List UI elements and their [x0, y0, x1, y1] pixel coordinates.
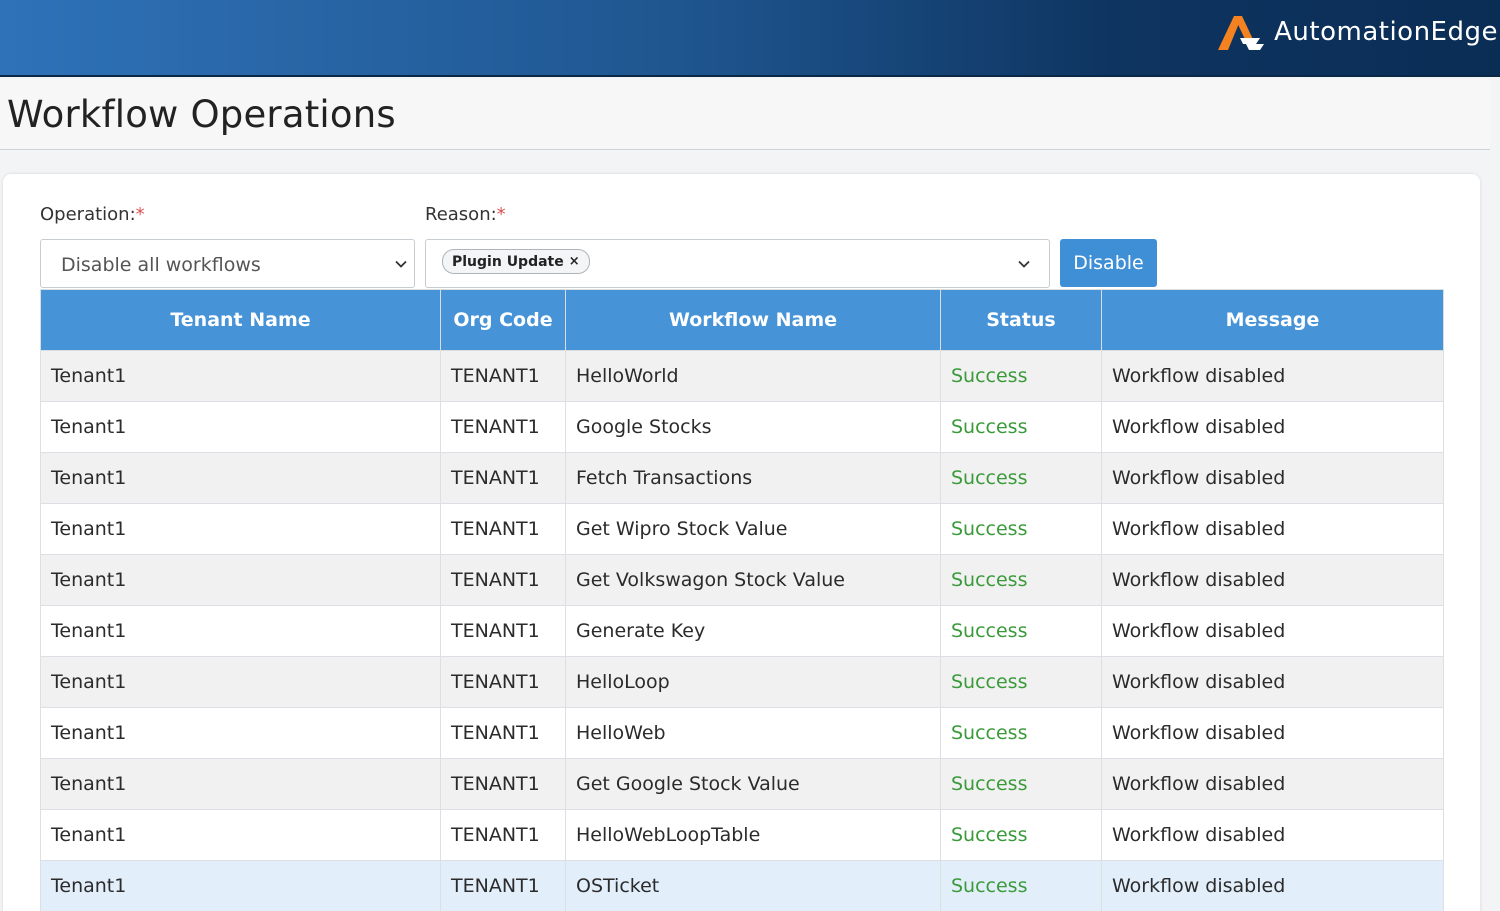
table-row[interactable]: Tenant1 TENANT1 Fetch Transactions Success W…: [40, 452, 1444, 504]
message-cell: Workflow disabled: [1101, 809, 1444, 861]
message-cell: Workflow disabled: [1101, 605, 1444, 657]
table-row[interactable]: Tenant1 TENANT1 HelloWeb Success Workflow di…: [40, 707, 1444, 759]
table-row[interactable]: Tenant1 TENANT1 Generate Key Success Workflo…: [40, 605, 1444, 657]
reason-chip-label: Plugin Update: [452, 253, 564, 270]
status-cell: Success: [940, 860, 1102, 911]
message-cell: Workflow disabled: [1101, 350, 1444, 402]
workflow-name-cell: OSTicket: [565, 860, 941, 911]
org-code-cell: TENANT1: [440, 809, 566, 861]
column-header-message[interactable]: Message: [1101, 289, 1444, 351]
chip-remove-icon[interactable]: ×: [569, 254, 580, 269]
status-cell: Success: [940, 656, 1102, 708]
org-code-cell: TENANT1: [440, 401, 566, 453]
org-code-cell: TENANT1: [440, 503, 566, 555]
workflow-name-cell: Get Volkswagon Stock Value: [565, 554, 941, 606]
table-row[interactable]: Tenant1 TENANT1 Get Google Stock Value Succ…: [40, 758, 1444, 810]
status-cell: Success: [940, 350, 1102, 402]
workflow-name-cell: HelloWebLoopTable: [565, 809, 941, 861]
message-cell: Workflow disabled: [1101, 758, 1444, 810]
required-mark: *: [135, 204, 145, 225]
automationedge-logo-icon: [1218, 16, 1265, 50]
tenant-name-cell: Tenant1: [40, 707, 441, 759]
tenant-name-cell: Tenant1: [40, 656, 441, 708]
workflow-name-cell: HelloWorld: [565, 350, 941, 402]
disable-button[interactable]: Disable: [1060, 239, 1157, 287]
table-row[interactable]: Tenant1 TENANT1 OSTicket Success Workflow di…: [40, 860, 1444, 911]
table-row[interactable]: Tenant1 TENANT1 HelloWebLoopTable Success Wo…: [40, 809, 1444, 861]
org-code-cell: TENANT1: [440, 758, 566, 810]
message-cell: Workflow disabled: [1101, 707, 1444, 759]
tenant-name-cell: Tenant1: [40, 605, 441, 657]
table-row[interactable]: Tenant1 TENANT1 HelloLoop Success Workflow d…: [40, 656, 1444, 708]
brand-logo[interactable]: AutomationEdge: [1216, 10, 1498, 54]
tenant-name-cell: Tenant1: [40, 452, 441, 504]
org-code-cell: TENANT1: [440, 452, 566, 504]
status-cell: Success: [940, 452, 1102, 504]
chevron-down-icon: [395, 260, 407, 268]
status-cell: Success: [940, 401, 1102, 453]
workflow-name-cell: Fetch Transactions: [565, 452, 941, 504]
status-cell: Success: [940, 605, 1102, 657]
org-code-cell: TENANT1: [440, 707, 566, 759]
page-title: Workflow Operations: [7, 93, 396, 136]
tenant-name-cell: Tenant1: [40, 503, 441, 555]
org-code-cell: TENANT1: [440, 656, 566, 708]
table-header-row: Tenant Name Org Code Workflow Name Statu…: [40, 289, 1444, 351]
org-code-cell: TENANT1: [440, 554, 566, 606]
tenant-name-cell: Tenant1: [40, 758, 441, 810]
message-cell: Workflow disabled: [1101, 452, 1444, 504]
tenant-name-cell: Tenant1: [40, 554, 441, 606]
table-row[interactable]: Tenant1 TENANT1 HelloWorld Success Workflow …: [40, 350, 1444, 402]
status-cell: Success: [940, 503, 1102, 555]
status-cell: Success: [940, 758, 1102, 810]
operation-select[interactable]: Disable all workflows: [40, 239, 415, 288]
workflow-name-cell: Google Stocks: [565, 401, 941, 453]
tenant-name-cell: Tenant1: [40, 401, 441, 453]
required-mark: *: [496, 204, 506, 225]
tenant-name-cell: Tenant1: [40, 350, 441, 402]
org-code-cell: TENANT1: [440, 860, 566, 911]
status-cell: Success: [940, 809, 1102, 861]
table-row[interactable]: Tenant1 TENANT1 Google Stocks Success Workfl…: [40, 401, 1444, 453]
workflow-name-cell: Get Wipro Stock Value: [565, 503, 941, 555]
message-cell: Workflow disabled: [1101, 860, 1444, 911]
reason-label: Reason:*: [425, 204, 506, 225]
top-header: AutomationEdge: [0, 0, 1500, 77]
column-header-status[interactable]: Status: [940, 289, 1102, 351]
brand-name: AutomationEdge: [1274, 17, 1498, 47]
status-cell: Success: [940, 554, 1102, 606]
workflow-name-cell: HelloLoop: [565, 656, 941, 708]
reason-chip: Plugin Update ×: [442, 249, 590, 274]
status-cell: Success: [940, 707, 1102, 759]
org-code-cell: TENANT1: [440, 350, 566, 402]
workflow-name-cell: Get Google Stock Value: [565, 758, 941, 810]
workflow-name-cell: HelloWeb: [565, 707, 941, 759]
message-cell: Workflow disabled: [1101, 401, 1444, 453]
tenant-name-cell: Tenant1: [40, 809, 441, 861]
operation-selected-value: Disable all workflows: [61, 254, 261, 276]
tenant-name-cell: Tenant1: [40, 860, 441, 911]
message-cell: Workflow disabled: [1101, 554, 1444, 606]
message-cell: Workflow disabled: [1101, 656, 1444, 708]
results-table: Tenant Name Org Code Workflow Name Statu…: [40, 289, 1444, 911]
operation-label: Operation:*: [40, 204, 145, 225]
message-cell: Workflow disabled: [1101, 503, 1444, 555]
org-code-cell: TENANT1: [440, 605, 566, 657]
table-row[interactable]: Tenant1 TENANT1 Get Wipro Stock Value Succe…: [40, 503, 1444, 555]
column-header-tenant-name[interactable]: Tenant Name: [40, 289, 441, 351]
table-row[interactable]: Tenant1 TENANT1 Get Volkswagon Stock Value…: [40, 554, 1444, 606]
reason-multiselect[interactable]: Plugin Update ×: [425, 239, 1050, 288]
workflow-name-cell: Generate Key: [565, 605, 941, 657]
column-header-org-code[interactable]: Org Code: [440, 289, 566, 351]
chevron-down-icon: [1018, 260, 1030, 268]
column-header-workflow-name[interactable]: Workflow Name: [565, 289, 941, 351]
